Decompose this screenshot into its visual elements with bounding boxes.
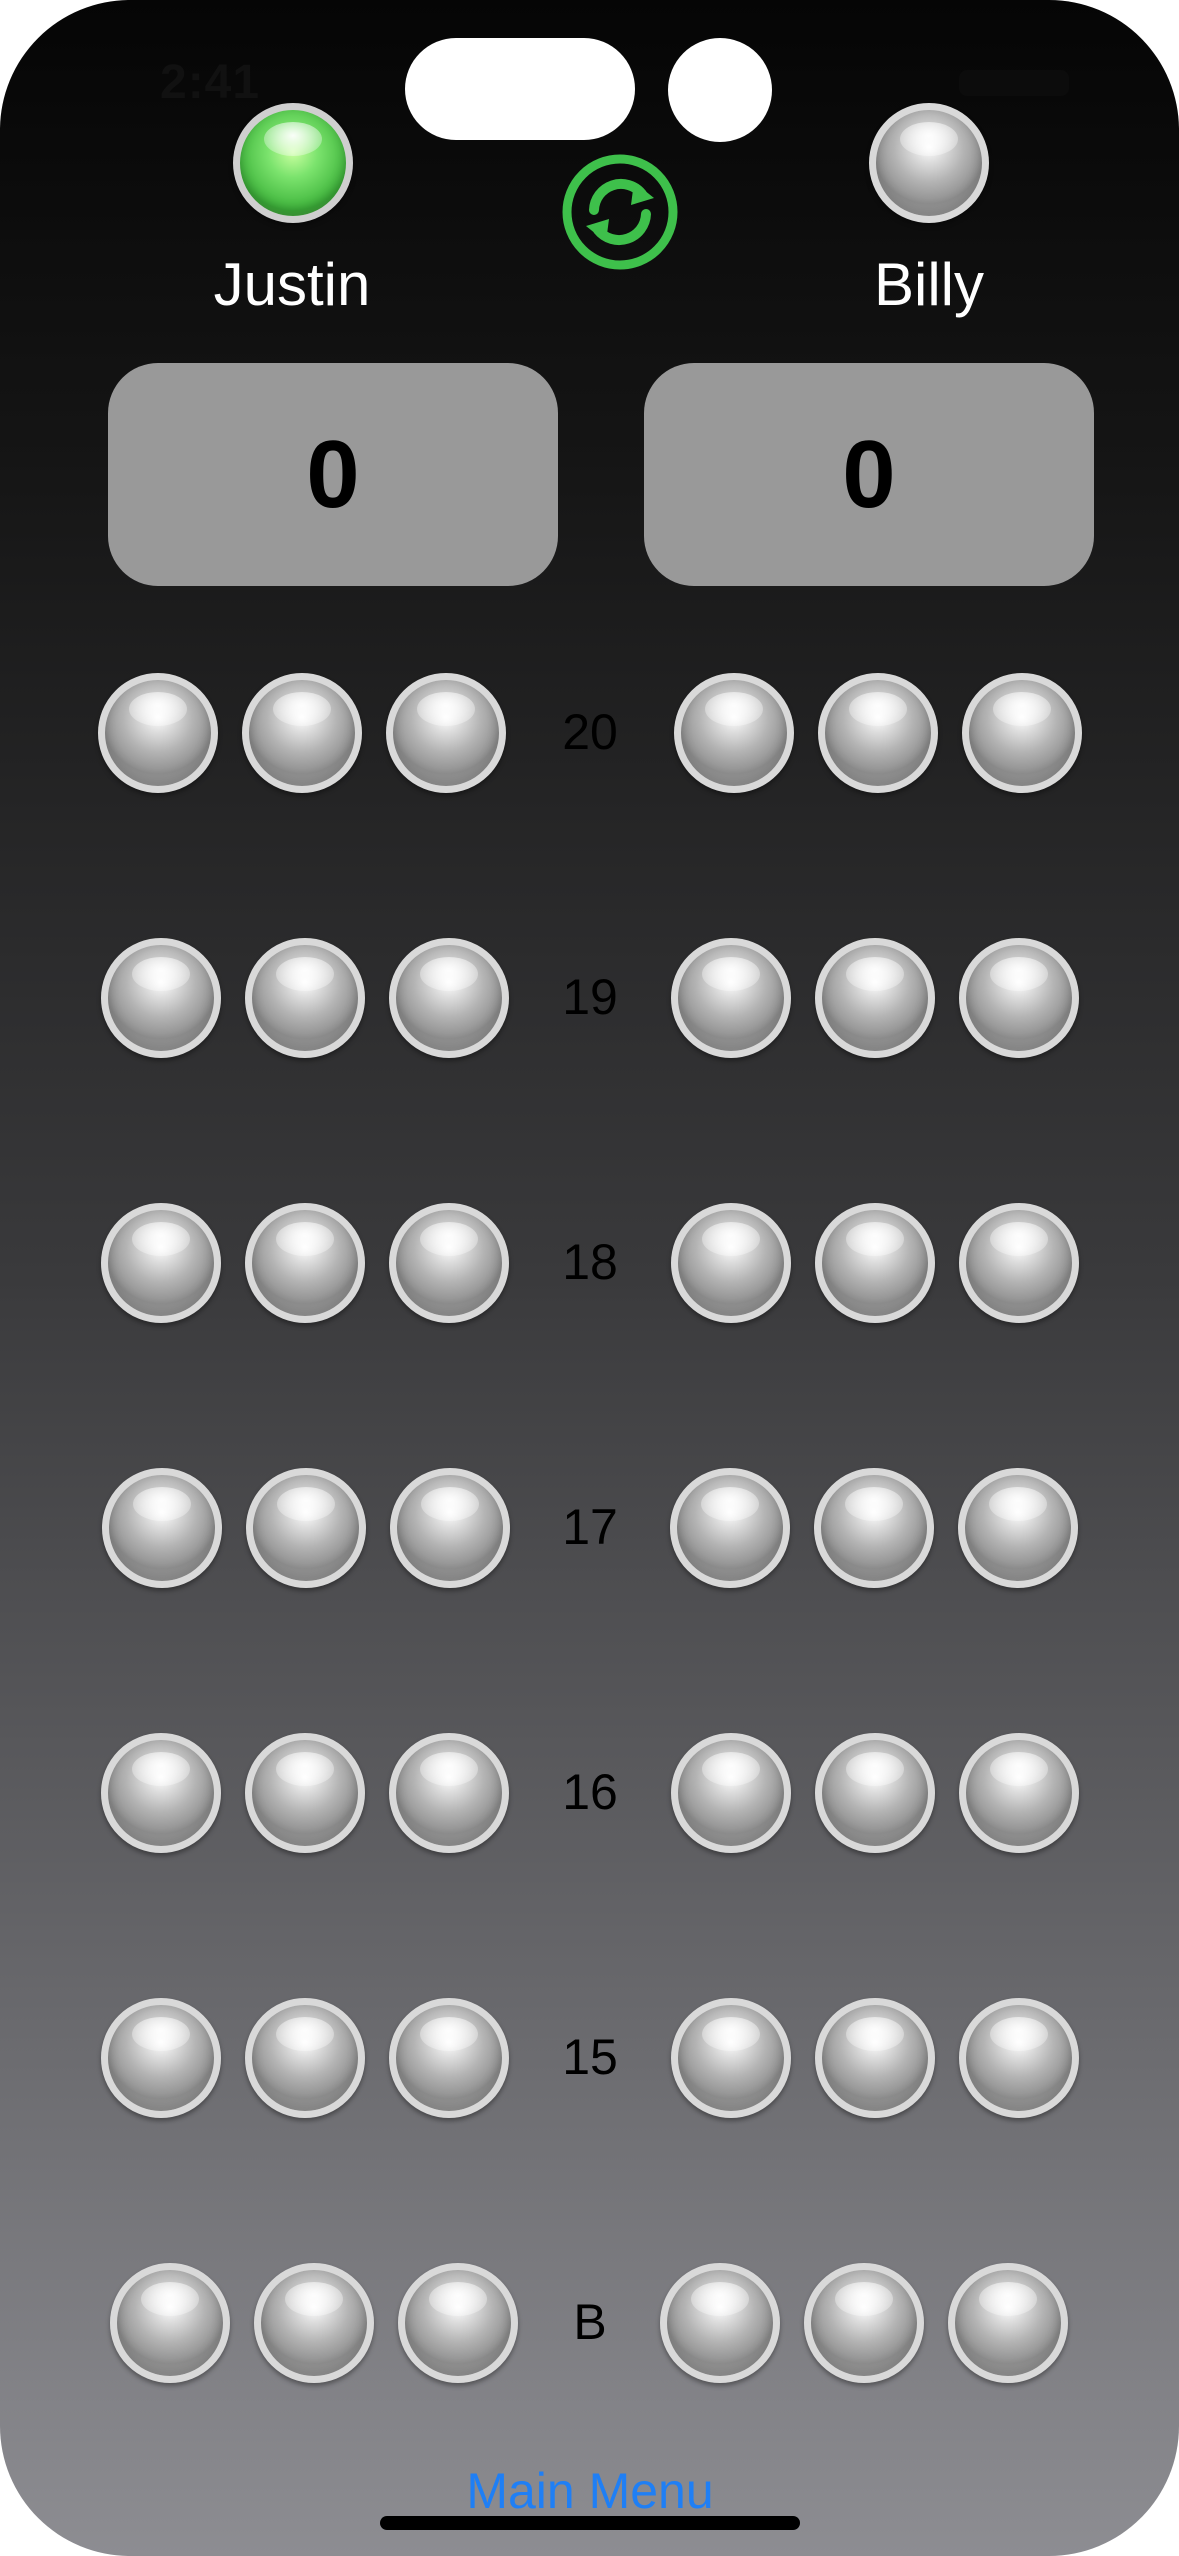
row-label-bull: B <box>573 2294 607 2350</box>
player-2-score-box: 0 <box>644 363 1094 586</box>
player-1-mark-18-2[interactable] <box>245 1203 365 1323</box>
player-2-mark-16-3[interactable] <box>959 1733 1079 1853</box>
player-1-mark-17-1[interactable] <box>102 1468 222 1588</box>
player-2-mark-15-2[interactable] <box>815 1998 935 2118</box>
player-1-mark-15-2[interactable] <box>245 1998 365 2118</box>
row-label-19: 19 <box>562 969 618 1025</box>
player-2-mark-17-2[interactable] <box>814 1468 934 1588</box>
refresh-button[interactable] <box>560 152 680 272</box>
player-2-mark-19-1[interactable] <box>671 938 791 1058</box>
phone-screen: 2:41 Justin Billy 0 0 20 19 18 17 16 15 … <box>0 0 1179 2556</box>
player-2-mark-15-3[interactable] <box>959 1998 1079 2118</box>
player-2-mark-bull-3[interactable] <box>948 2263 1068 2383</box>
status-indicators <box>959 70 1069 96</box>
player-2-mark-18-3[interactable] <box>959 1203 1079 1323</box>
player-1-mark-bull-3[interactable] <box>398 2263 518 2383</box>
player-2-mark-20-1[interactable] <box>674 673 794 793</box>
player-1-mark-20-1[interactable] <box>98 673 218 793</box>
player-2-name: Billy <box>873 251 984 318</box>
player-2-mark-18-2[interactable] <box>815 1203 935 1323</box>
player-1-mark-19-3[interactable] <box>389 938 509 1058</box>
player-2-mark-19-3[interactable] <box>959 938 1079 1058</box>
player-1-mark-17-2[interactable] <box>246 1468 366 1588</box>
player-1-name: Justin <box>213 251 371 318</box>
player-1-mark-20-2[interactable] <box>242 673 362 793</box>
row-label-15: 15 <box>562 2029 618 2085</box>
player-1-mark-19-1[interactable] <box>101 938 221 1058</box>
player-2-mark-17-1[interactable] <box>670 1468 790 1588</box>
player-1-mark-19-2[interactable] <box>245 938 365 1058</box>
player-2-score: 0 <box>842 420 896 528</box>
dynamic-island <box>405 38 635 140</box>
player-1-mark-20-3[interactable] <box>386 673 506 793</box>
home-indicator[interactable] <box>380 2516 800 2530</box>
player-1-mark-15-1[interactable] <box>101 1998 221 2118</box>
row-label-18: 18 <box>562 1234 618 1290</box>
player-2-mark-18-1[interactable] <box>671 1203 791 1323</box>
player-2-mark-bull-1[interactable] <box>660 2263 780 2383</box>
player-2-mark-bull-2[interactable] <box>804 2263 924 2383</box>
player-1-mark-16-2[interactable] <box>245 1733 365 1853</box>
player-1-score: 0 <box>306 420 360 528</box>
player-2-mark-17-3[interactable] <box>958 1468 1078 1588</box>
player-2-mark-16-1[interactable] <box>671 1733 791 1853</box>
player-1-mark-18-3[interactable] <box>389 1203 509 1323</box>
player-1-mark-18-1[interactable] <box>101 1203 221 1323</box>
player-1-active-indicator[interactable] <box>233 103 353 223</box>
status-time: 2:41 <box>160 56 261 109</box>
camera-cutout <box>668 38 772 142</box>
player-2-mark-20-3[interactable] <box>962 673 1082 793</box>
player-1-mark-16-3[interactable] <box>389 1733 509 1853</box>
player-1-mark-bull-1[interactable] <box>110 2263 230 2383</box>
refresh-icon <box>562 154 678 270</box>
row-label-17: 17 <box>562 1499 618 1555</box>
player-1-mark-15-3[interactable] <box>389 1998 509 2118</box>
main-menu-button[interactable]: Main Menu <box>340 2462 840 2520</box>
player-2-mark-20-2[interactable] <box>818 673 938 793</box>
player-1-mark-17-3[interactable] <box>390 1468 510 1588</box>
row-label-20: 20 <box>562 704 618 760</box>
player-1-mark-bull-2[interactable] <box>254 2263 374 2383</box>
player-2-mark-15-1[interactable] <box>671 1998 791 2118</box>
player-2-active-indicator[interactable] <box>869 103 989 223</box>
player-2-mark-16-2[interactable] <box>815 1733 935 1853</box>
player-1-score-box: 0 <box>108 363 558 586</box>
row-label-16: 16 <box>562 1764 618 1820</box>
player-2-mark-19-2[interactable] <box>815 938 935 1058</box>
player-1-mark-16-1[interactable] <box>101 1733 221 1853</box>
